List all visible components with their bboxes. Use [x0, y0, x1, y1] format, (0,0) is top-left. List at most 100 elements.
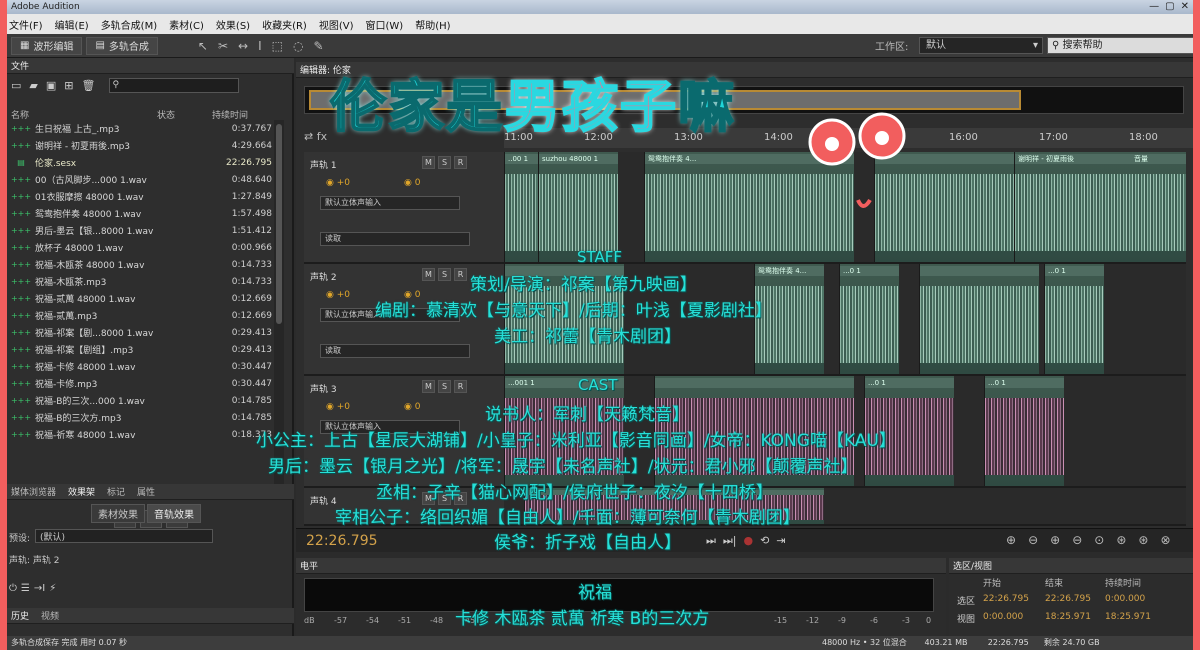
insert-effect-icon[interactable]: →I	[34, 583, 45, 594]
file-list-item[interactable]: +++ 生日祝福 上古_.mp3 0:37.767	[7, 120, 275, 137]
solo-button[interactable]: S	[438, 156, 451, 169]
volume-knob[interactable]: ◉ +0	[326, 402, 350, 412]
zoom-out-amplitude-icon[interactable]: ⊖	[1028, 533, 1038, 547]
tab-files[interactable]: 文件	[11, 59, 29, 72]
menu-edit[interactable]: 编辑(E)	[55, 17, 89, 32]
fx-icon[interactable]: fx	[317, 130, 327, 143]
pan-knob[interactable]: ◉ 0	[404, 178, 420, 188]
pan-knob[interactable]: ◉ 0	[404, 402, 420, 412]
audio-clip[interactable]: ...0 1	[984, 376, 1064, 486]
menu-multitrack[interactable]: 多轨合成(M)	[101, 17, 157, 32]
scroll-thumb[interactable]	[276, 124, 282, 324]
automation-mode-select[interactable]: 读取	[320, 344, 470, 358]
file-list-item[interactable]: +++ 鸳鸯抱伴奏 48000 1.wav 1:57.498	[7, 205, 275, 222]
file-list-item[interactable]: +++ 祝福-贰萬.mp3 0:12.669	[7, 307, 275, 324]
file-list-item[interactable]: +++ 祝福-祁案【剧组】.mp3 0:29.413	[7, 341, 275, 358]
mute-button[interactable]: M	[422, 156, 435, 169]
razor-tool-icon[interactable]: ✂	[218, 39, 228, 53]
slip-tool-icon[interactable]: ↔	[238, 39, 248, 53]
tab-markers[interactable]: 标记	[107, 485, 125, 498]
file-list-item[interactable]: ▤ 伦家.sesx 22:26.795	[7, 154, 275, 171]
waveform-editor-button[interactable]: ▦ 波形编辑	[11, 36, 83, 55]
volume-knob[interactable]: ◉ +0	[326, 178, 350, 188]
file-list-item[interactable]: +++ 01衣服摩擦 48000 1.wav 1:27.849	[7, 188, 275, 205]
file-list-item[interactable]: +++ 男后-墨云【银...8000 1.wav 1:51.412	[7, 222, 275, 239]
sync-icon[interactable]: ⇄	[304, 130, 313, 143]
skip-icon[interactable]: ⇥	[776, 534, 785, 547]
zoom-selection-icon[interactable]: ⊙	[1094, 533, 1104, 547]
tab-effects-rack[interactable]: 效果架	[68, 485, 95, 498]
tab-levels[interactable]: 电平	[300, 559, 318, 572]
col-duration[interactable]: 持续时间	[212, 108, 272, 121]
insert-icon[interactable]: ⊞	[64, 79, 73, 92]
file-list-item[interactable]: +++ 祝福-贰萬 48000 1.wav 0:12.669	[7, 290, 275, 307]
audio-clip[interactable]: suzhou 48000 1	[538, 152, 618, 262]
zoom-in-time-icon[interactable]: ⊕	[1050, 533, 1060, 547]
time-ruler[interactable]: 11:00 12:00 13:00 14:00 15:00 16:00 17:0…	[504, 128, 1193, 148]
fast-forward-icon[interactable]: ⏭	[706, 534, 716, 547]
tab-video[interactable]: 视频	[41, 609, 59, 622]
file-list-item[interactable]: +++ 祝福-卡修.mp3 0:30.447	[7, 375, 275, 392]
zoom-out-time-icon[interactable]: ⊖	[1072, 533, 1082, 547]
move-tool-icon[interactable]: ↖	[198, 39, 208, 53]
audio-clip[interactable]	[919, 264, 1039, 374]
minimize-button[interactable]: —	[1149, 0, 1159, 14]
col-status[interactable]: 状态	[157, 108, 212, 121]
file-list-item[interactable]: +++ 祝福-木瓯茶 48000 1.wav 0:14.733	[7, 256, 275, 273]
multitrack-editor-button[interactable]: ▤ 多轨合成	[86, 36, 158, 55]
go-to-end-icon[interactable]: ⏭|	[723, 534, 737, 547]
lasso-tool-icon[interactable]: ◌	[293, 39, 303, 53]
input-select[interactable]: 默认立体声输入	[320, 196, 460, 210]
tab-editor[interactable]: 编辑器: 伦家	[300, 63, 351, 76]
import-icon[interactable]: ▭	[11, 79, 21, 92]
audio-clip[interactable]: ...0 1	[839, 264, 899, 374]
menu-clip[interactable]: 素材(C)	[169, 17, 204, 32]
file-list-item[interactable]: +++ 祝福-B的三次方.mp3 0:14.785	[7, 409, 275, 426]
file-list-item[interactable]: +++ 祝福-祁案【剧...8000 1.wav 0:29.413	[7, 324, 275, 341]
track-effects-button[interactable]: 音轨效果	[147, 504, 201, 523]
file-list-item[interactable]: +++ 祝福-卡修 48000 1.wav 0:30.447	[7, 358, 275, 375]
file-list-item[interactable]: +++ 00（古风脚步...000 1.wav 0:48.640	[7, 171, 275, 188]
list-icon[interactable]: ☰	[21, 583, 30, 594]
zoom-in-amplitude-icon[interactable]: ⊕	[1006, 533, 1016, 547]
file-list-item[interactable]: +++ 祝福-祈寒 48000 1.wav 0:18.373	[7, 426, 275, 443]
file-list-item[interactable]: +++ 谢明祥 - 初夏雨後.mp3 4:29.664	[7, 137, 275, 154]
audio-clip[interactable]: ...0 1	[1044, 264, 1104, 374]
power-icon[interactable]: ⏻	[9, 583, 17, 594]
help-search-input[interactable]: ⚲ 搜索帮助	[1047, 37, 1193, 54]
solo-button[interactable]: S	[438, 268, 451, 281]
workspace-select[interactable]: 默认 ▾	[919, 37, 1043, 54]
menu-view[interactable]: 视图(V)	[319, 17, 354, 32]
volume-knob[interactable]: ◉ +0	[326, 290, 350, 300]
session-overview[interactable]	[304, 86, 1184, 114]
tab-media-browser[interactable]: 媒体浏览器	[11, 485, 56, 498]
record-button[interactable]: R	[454, 156, 467, 169]
view-duration[interactable]: 18:25.971	[1105, 612, 1151, 622]
record-button[interactable]: R	[454, 268, 467, 281]
mute-button[interactable]: M	[422, 268, 435, 281]
selection-end[interactable]: 22:26.795	[1045, 594, 1091, 604]
trash-icon[interactable]: 🗑	[82, 79, 96, 92]
tab-selection-view[interactable]: 选区/视图	[953, 559, 992, 572]
view-start[interactable]: 0:00.000	[983, 612, 1023, 622]
brush-tool-icon[interactable]: ✎	[313, 39, 323, 53]
col-name[interactable]: 名称	[7, 108, 157, 121]
selection-duration[interactable]: 0:00.000	[1105, 594, 1145, 604]
solo-button[interactable]: S	[438, 380, 451, 393]
menu-window[interactable]: 窗口(W)	[366, 17, 404, 32]
marquee-tool-icon[interactable]: ⬚	[272, 39, 283, 53]
menu-help[interactable]: 帮助(H)	[415, 17, 450, 32]
time-selection-tool-icon[interactable]: I	[258, 39, 262, 53]
view-end[interactable]: 18:25.971	[1045, 612, 1091, 622]
new-file-icon[interactable]: ▣	[46, 79, 56, 92]
file-list-item[interactable]: +++ 祝福-B的三次...000 1.wav 0:14.785	[7, 392, 275, 409]
files-search-input[interactable]: ⚲	[109, 77, 240, 93]
menu-effects[interactable]: 效果(S)	[216, 17, 250, 32]
close-button[interactable]: ✕	[1181, 0, 1189, 14]
selection-start[interactable]: 22:26.795	[983, 594, 1029, 604]
record-icon[interactable]: ●	[744, 534, 754, 547]
tab-history[interactable]: 历史	[11, 609, 29, 622]
track-name[interactable]: 声轨 2	[310, 270, 337, 283]
loop-playback-icon[interactable]: ⟲	[760, 534, 769, 547]
open-folder-icon[interactable]: ▰	[29, 79, 37, 92]
